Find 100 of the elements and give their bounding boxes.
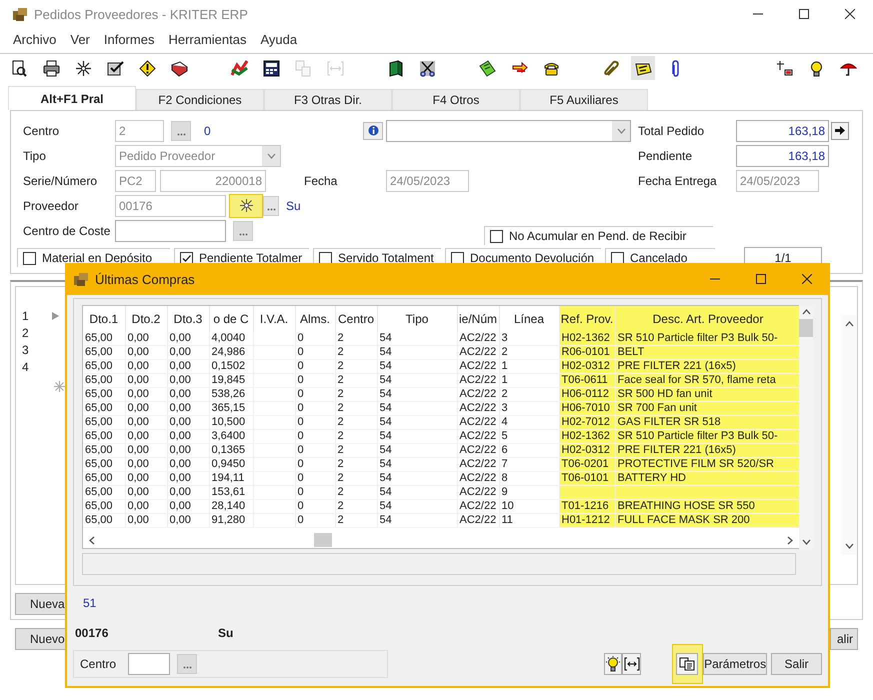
field-label: Centro (80, 657, 118, 671)
tab[interactable]: Alt+F1 Pral (8, 86, 136, 110)
parameters-button[interactable]: Parámetros (703, 653, 768, 675)
paperclip-icon (602, 60, 620, 76)
table-cell: 0 (295, 444, 335, 458)
table-cell: 0,00 (167, 332, 209, 346)
tab[interactable]: F5 Auxiliares (520, 89, 648, 110)
table-cell: PRE FILTER 221 (16x5) (615, 444, 801, 458)
table-cell: 1 (499, 360, 559, 374)
maximize-icon (799, 9, 809, 19)
checkbox-label: No Acumular en Pend. de Recibir (509, 229, 686, 243)
table-cell: 0,9450 (209, 458, 253, 472)
checkbox[interactable] (23, 252, 36, 264)
table-cell: BELT (615, 346, 801, 360)
info-icon (368, 125, 378, 136)
table-cell: 2 (335, 388, 377, 402)
column-header[interactable]: Alms. (295, 306, 335, 332)
exit-button[interactable]: Salir (771, 653, 822, 675)
table-cell: AC2/22 (457, 472, 499, 486)
ellipsis-icon (238, 232, 248, 236)
checklist-icon (106, 60, 124, 76)
browse-button[interactable] (263, 196, 279, 216)
column-header[interactable]: Dto.3 (167, 306, 209, 332)
minimize-icon (710, 278, 720, 280)
column-header[interactable]: Dto.1 (83, 306, 125, 332)
column-header[interactable]: Centro (335, 306, 377, 332)
table-cell: 4 (499, 416, 559, 430)
copy-icon (679, 657, 696, 671)
column-header[interactable]: Línea (499, 306, 559, 332)
scroll-left-icon (89, 536, 95, 544)
column-header[interactable]: ie/Núm (457, 306, 499, 332)
input-field[interactable] (115, 220, 226, 242)
table-cell: AC2/22 (457, 444, 499, 458)
checkbox[interactable] (180, 252, 193, 264)
copy-button[interactable] (672, 644, 704, 684)
column-header[interactable]: o de C (209, 306, 253, 332)
checkbox[interactable] (319, 252, 332, 264)
info-button[interactable] (363, 122, 383, 140)
record-count: 51 (83, 596, 98, 610)
tab[interactable]: F4 Otros (392, 89, 520, 110)
table-cell: 0 (295, 360, 335, 374)
scroll-thumb[interactable] (799, 319, 813, 337)
note-button[interactable] (631, 56, 655, 80)
vertical-scrollbar[interactable] (841, 315, 857, 555)
table-cell: 65,00 (83, 388, 125, 402)
table-cell: 65,00 (83, 514, 125, 528)
tab[interactable]: F3 Otras Dir. (264, 89, 392, 110)
menu-item[interactable]: Archivo (6, 32, 64, 46)
tab[interactable]: F2 Condiciones (136, 89, 264, 110)
menu-item[interactable]: Herramientas (161, 32, 254, 46)
input-field[interactable]: 163,18 (736, 120, 829, 142)
field-label: Serie/Número (23, 174, 98, 188)
dialog-title: Últimas Compras (95, 272, 195, 286)
field-label: Centro de Coste (23, 224, 112, 238)
chart-icon (230, 60, 248, 76)
magnifier-icon (10, 60, 28, 76)
column-header[interactable]: Desc. Art. Proveedor (615, 306, 801, 332)
browse-button[interactable] (233, 220, 253, 240)
table-cell: H02-0312 (559, 360, 615, 374)
table-cell: AC2/22 (457, 486, 499, 500)
documents-icon (294, 60, 312, 76)
table-cell: 65,00 (83, 458, 125, 472)
browse-button[interactable] (171, 120, 191, 140)
ellipsis-icon (182, 666, 192, 669)
checkbox[interactable] (451, 252, 464, 264)
minimize-icon (753, 13, 763, 15)
checkbox-label: Material en Depósito (42, 251, 152, 265)
table-cell: 0,00 (125, 486, 167, 500)
asterisk-icon (54, 381, 65, 392)
column-header[interactable]: I.V.A. (253, 306, 295, 332)
scroll-down-icon (802, 539, 810, 545)
menu-item[interactable]: Informes (96, 32, 162, 46)
expand-columns-button[interactable] (622, 653, 641, 675)
boxes-icon (12, 6, 28, 22)
browse-button[interactable] (177, 654, 197, 674)
scroll-thumb[interactable] (314, 533, 332, 547)
menu-item[interactable]: Ver (63, 32, 97, 46)
table-cell: 8 (499, 472, 559, 486)
table-cell: 54 (377, 388, 457, 402)
input-field[interactable]: 163,18 (736, 144, 829, 166)
table-cell: 2 (335, 360, 377, 374)
table-cell: 0 (295, 472, 335, 486)
arrow-button[interactable] (831, 122, 849, 140)
checkbox[interactable] (490, 230, 503, 242)
column-header[interactable]: Ref. Prov. (559, 306, 615, 332)
table-cell: 0,00 (125, 430, 167, 444)
input-field[interactable] (128, 653, 170, 675)
close-icon (845, 9, 855, 19)
table-cell: 0,00 (125, 402, 167, 416)
table-cell: 0,00 (125, 472, 167, 486)
table-cell: 2 (499, 388, 559, 402)
menu-item[interactable]: Ayuda (253, 32, 304, 46)
exit-button[interactable]: alir (830, 628, 858, 650)
checkbox[interactable] (611, 252, 624, 264)
bulb-button[interactable] (604, 653, 622, 675)
table-cell: 0,00 (167, 500, 209, 514)
column-header[interactable]: Dto.2 (125, 306, 167, 332)
table-cell: 54 (377, 472, 457, 486)
table-cell: 0 (295, 430, 335, 444)
column-header[interactable]: Tipo (377, 306, 457, 332)
